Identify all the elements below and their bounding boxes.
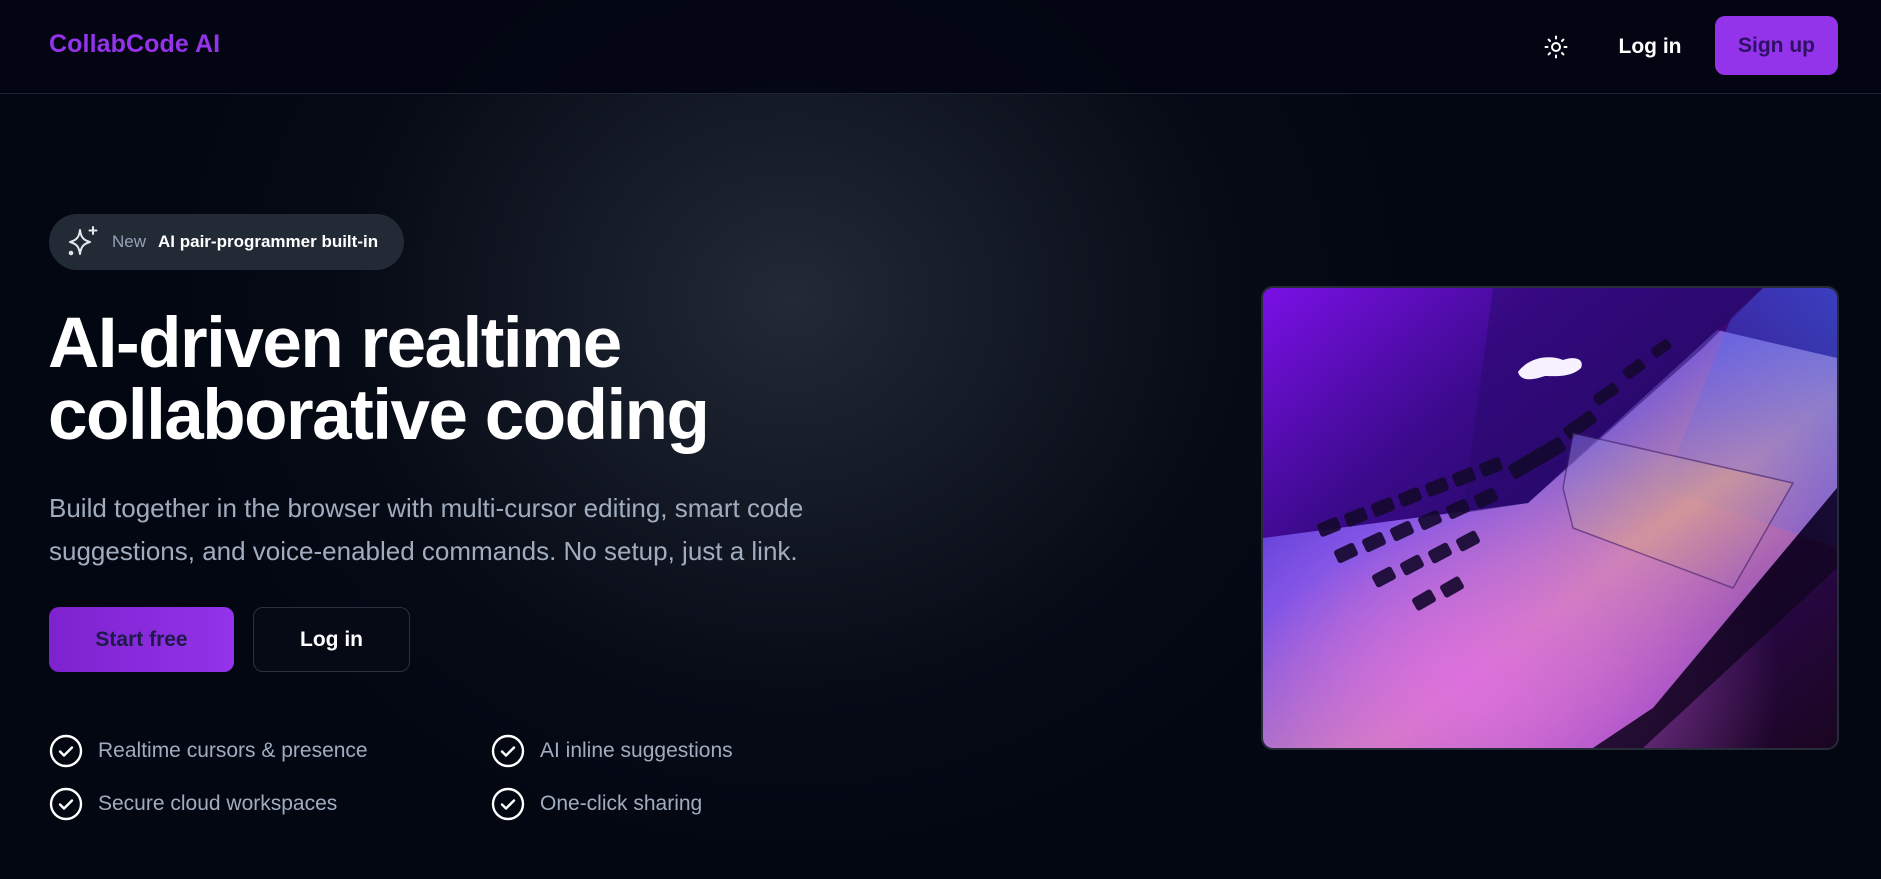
sun-icon	[1544, 35, 1568, 59]
hero-login-button[interactable]: Log in	[253, 607, 410, 672]
sparkles-icon	[68, 226, 98, 256]
laptop-photo	[1263, 288, 1837, 748]
feature-item: One-click sharing	[491, 787, 702, 821]
badge-text: AI pair-programmer built-in	[158, 232, 379, 251]
feature-item: Realtime cursors & presence	[49, 734, 368, 768]
check-circle-icon	[491, 787, 525, 821]
start-free-button[interactable]: Start free	[49, 607, 234, 672]
subtext-line-1: Build together in the browser with multi…	[49, 493, 804, 523]
headline-line-1: AI-driven realtime	[48, 304, 622, 383]
feature-label: Realtime cursors & presence	[98, 739, 368, 762]
theme-toggle-button[interactable]	[1537, 28, 1575, 66]
badge-new-tag: New	[112, 232, 147, 251]
nav-login-button[interactable]: Log in	[1598, 24, 1702, 70]
check-circle-icon	[49, 734, 83, 768]
brand-logo[interactable]: CollabCode AI	[49, 30, 220, 59]
feature-label: Secure cloud workspaces	[98, 792, 338, 815]
announcement-badge[interactable]: New AI pair-programmer built-in	[49, 214, 404, 270]
feature-item: AI inline suggestions	[491, 734, 733, 768]
feature-label: AI inline suggestions	[540, 739, 733, 762]
headline-line-2: collaborative coding	[48, 376, 710, 455]
feature-label: One-click sharing	[540, 792, 703, 815]
hero-subtext: Build together in the browser with multi…	[49, 487, 869, 573]
nav-signup-button[interactable]: Sign up	[1715, 16, 1838, 75]
subtext-line-2: suggestions, and voice-enabled commands.…	[49, 536, 798, 566]
hero-laptop-image	[1261, 286, 1839, 750]
top-navbar: CollabCode AI Log in Sign up	[0, 0, 1881, 94]
hero-headline: AI-driven realtime collaborative coding	[48, 308, 848, 452]
check-circle-icon	[491, 734, 525, 768]
feature-item: Secure cloud workspaces	[49, 787, 337, 821]
check-circle-icon	[49, 787, 83, 821]
